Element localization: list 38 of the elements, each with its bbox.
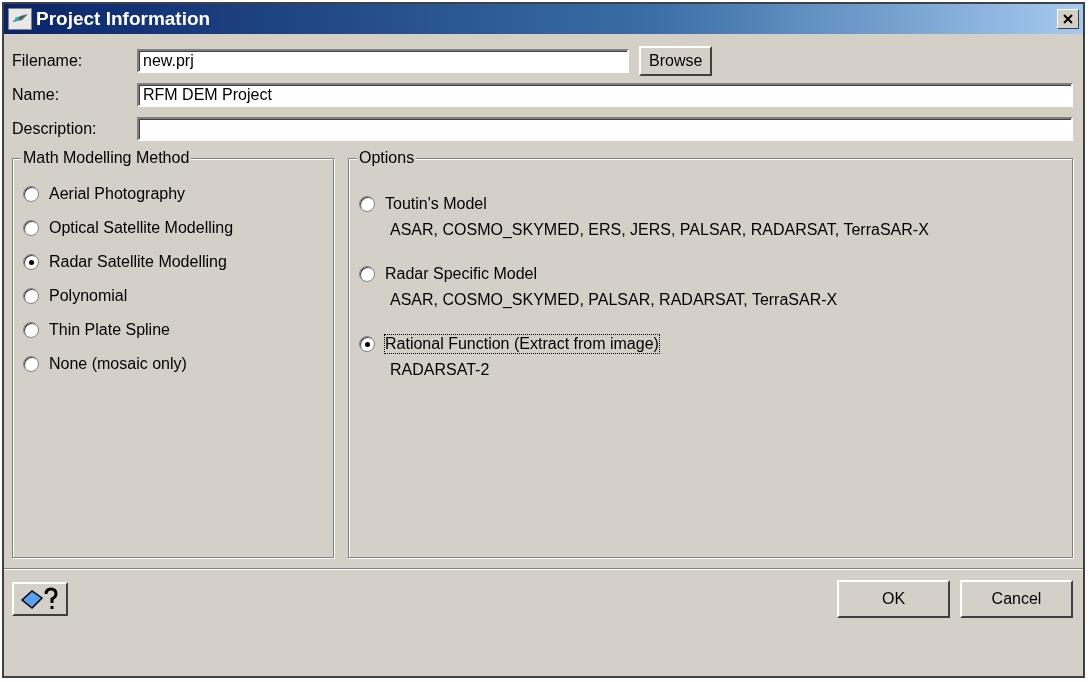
radio-label[interactable]: Radar Specific Model (385, 265, 538, 283)
radio-button[interactable] (359, 196, 375, 212)
radio-label[interactable]: Polynomial (49, 287, 128, 305)
group-title: Options (357, 149, 417, 167)
radio-button[interactable] (23, 186, 39, 202)
group-title: Math Modelling Method (21, 149, 192, 167)
sensor-list: RADARSAT-2 (390, 361, 1062, 383)
cancel-button[interactable]: Cancel (960, 580, 1073, 618)
browse-button[interactable]: Browse (639, 46, 713, 76)
field-label: Name: (12, 86, 61, 104)
radio-label[interactable]: Rational Function (Extract from image) (385, 335, 659, 353)
radio-button[interactable] (23, 322, 39, 338)
radio-button[interactable] (23, 220, 39, 236)
app-icon (8, 8, 32, 30)
input-field[interactable]: new.prj (137, 49, 629, 73)
radio-label[interactable]: Toutin's Model (385, 195, 487, 213)
window-title: Project Information (36, 8, 211, 30)
help-button[interactable] (12, 582, 68, 616)
radio-label[interactable]: Radar Satellite Modelling (49, 253, 227, 271)
input-field[interactable] (137, 117, 1073, 141)
sensor-list: ASAR, COSMO_SKYMED, ERS, JERS, PALSAR, RADARSAT, TerraSAR-X (390, 221, 1062, 243)
input-field[interactable]: RFM DEM Project (137, 83, 1073, 107)
field-label: Filename: (12, 52, 84, 70)
radio-label[interactable]: None (mosaic only) (49, 355, 187, 373)
close-icon (1063, 14, 1073, 24)
radio-button[interactable] (23, 254, 39, 270)
field-label: Description: (12, 120, 98, 138)
radio-button[interactable] (23, 356, 39, 372)
radio-label[interactable]: Thin Plate Spline (49, 321, 170, 339)
radio-button[interactable] (359, 266, 375, 282)
book-help-icon (20, 586, 60, 612)
radio-label[interactable]: Aerial Photography (49, 185, 186, 203)
radio-button[interactable] (23, 288, 39, 304)
ok-button[interactable]: OK (837, 580, 950, 618)
radio-button[interactable] (359, 336, 375, 352)
close-button[interactable] (1057, 9, 1079, 29)
radio-label[interactable]: Optical Satellite Modelling (49, 219, 234, 237)
sensor-list: ASAR, COSMO_SKYMED, PALSAR, RADARSAT, TerraSAR-X (390, 291, 1062, 313)
